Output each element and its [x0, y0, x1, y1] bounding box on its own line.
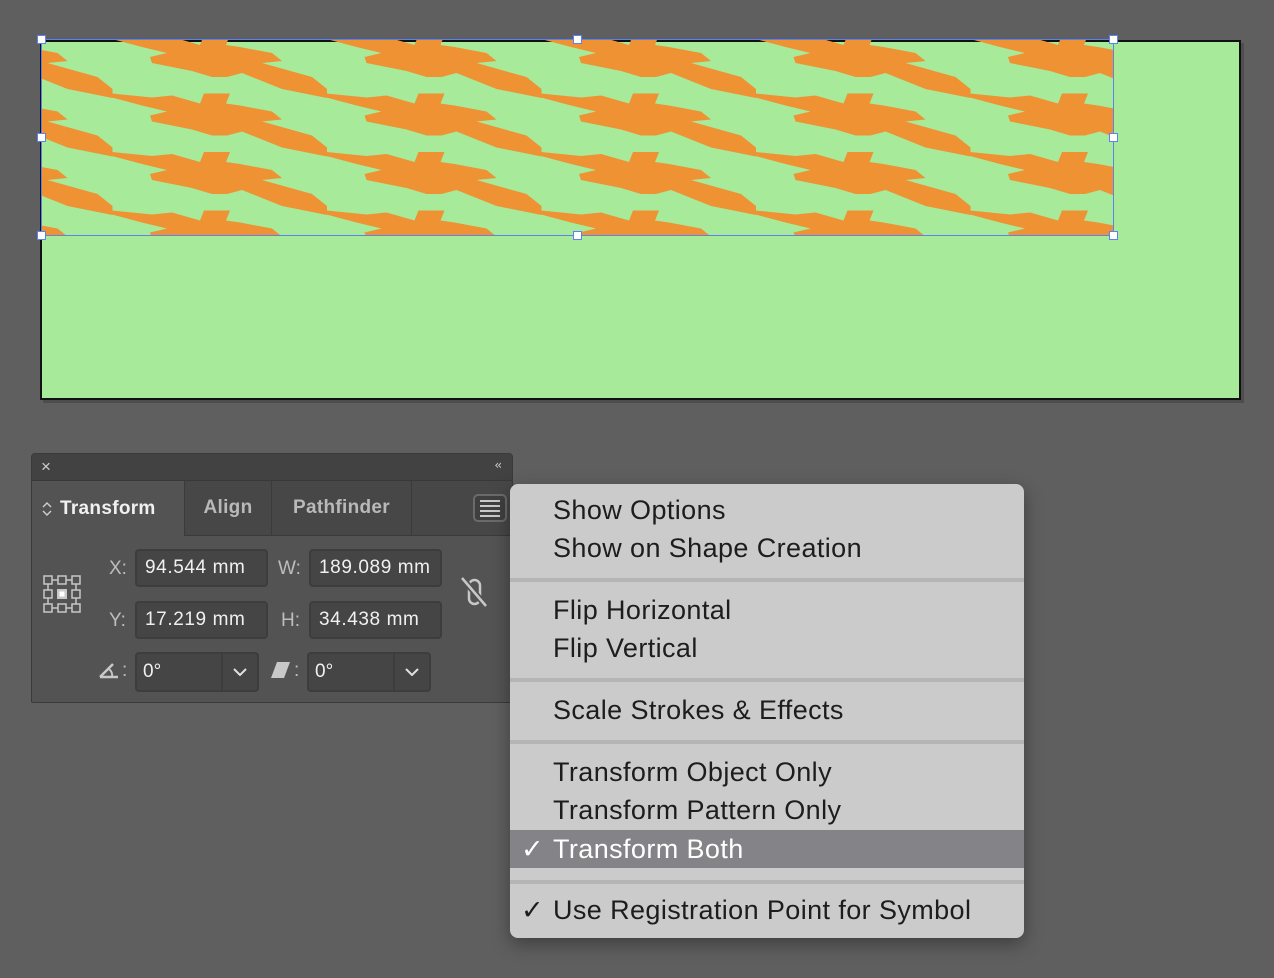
carrot-pattern-tile — [112, 152, 327, 215]
tab-label: Transform — [60, 497, 156, 519]
collapse-panel-icon[interactable]: ‹‹ — [494, 458, 501, 472]
carrot-pattern-tile — [326, 40, 542, 98]
menu-item-label: Flip Vertical — [553, 633, 698, 663]
panel-titlebar[interactable]: × ‹‹ — [32, 454, 512, 481]
selection-handle-bottom-left[interactable] — [37, 231, 46, 240]
rotate-label: : — [122, 660, 128, 681]
menu-separator — [510, 578, 1024, 582]
checkmark-icon: ✓ — [521, 895, 545, 925]
menu-item-transform-pattern-only[interactable]: Transform Pattern Only — [510, 791, 1024, 829]
x-label: X: — [109, 558, 127, 579]
shear-angle-combobox[interactable]: 0° — [307, 652, 431, 692]
tab-label: Pathfinder — [293, 497, 390, 518]
menu-item-transform-object-only[interactable]: Transform Object Only — [510, 753, 1024, 791]
carrot-pattern-tile — [42, 93, 113, 157]
menu-separator — [510, 678, 1024, 682]
carrot-pattern-tile — [541, 93, 756, 157]
selection-handle-middle-right[interactable] — [1109, 133, 1118, 142]
carrot-pattern-tile — [970, 152, 1114, 215]
menu-item-label: Transform Pattern Only — [553, 795, 842, 825]
hamburger-icon-line — [480, 509, 500, 512]
menu-item-transform-both[interactable]: ✓ Transform Both — [510, 830, 1024, 868]
carrot-pattern-tile — [112, 93, 327, 157]
rotate-angle-value[interactable]: 0° — [137, 654, 223, 690]
h-label: H: — [281, 610, 300, 631]
carrot-pattern-tile — [541, 40, 756, 98]
y-position-input[interactable]: 17.219 mm — [135, 601, 268, 639]
selection-handle-bottom-center[interactable] — [573, 231, 582, 240]
constrain-proportions-unlinked-icon[interactable] — [458, 574, 492, 615]
menu-item-label: Scale Strokes & Effects — [553, 695, 844, 725]
hamburger-icon-line — [480, 499, 500, 502]
tab-label: Align — [203, 497, 253, 518]
carrot-pattern-tile — [112, 210, 327, 236]
menu-item-label: Use Registration Point for Symbol — [553, 895, 972, 925]
pattern-filled-rectangle[interactable] — [42, 40, 1114, 236]
selection-handle-top-center[interactable] — [573, 35, 582, 44]
panel-tab-bar: Transform Align Pathfinder — [32, 481, 512, 536]
menu-item-label: Transform Object Only — [553, 757, 832, 787]
carrot-pattern — [42, 40, 1114, 236]
reference-point-grid-icon — [43, 575, 81, 613]
selection-handle-bottom-right[interactable] — [1109, 231, 1118, 240]
width-input[interactable]: 189.089 mm — [309, 549, 442, 587]
checkmark-icon: ✓ — [521, 834, 545, 864]
chevron-down-icon[interactable] — [395, 654, 429, 690]
menu-item-label: Flip Horizontal — [553, 595, 732, 625]
y-label: Y: — [109, 610, 126, 631]
x-position-input[interactable]: 94.544 mm — [135, 549, 268, 587]
tab-pathfinder[interactable]: Pathfinder — [272, 481, 412, 535]
menu-item-label: Show Options — [553, 495, 726, 525]
tab-transform[interactable]: Transform — [32, 481, 185, 536]
carrot-pattern-tile — [326, 152, 542, 215]
menu-item-flip-horizontal[interactable]: Flip Horizontal — [510, 591, 1024, 629]
menu-item-scale-strokes-effects[interactable]: Scale Strokes & Effects — [510, 691, 1024, 729]
w-label: W: — [278, 558, 301, 579]
selection-handle-middle-left[interactable] — [37, 133, 46, 142]
carrot-pattern-tile — [326, 93, 542, 157]
menu-item-use-registration-point-for-symbol[interactable]: ✓ Use Registration Point for Symbol — [510, 891, 1024, 929]
carrot-pattern-tile — [42, 152, 113, 215]
panel-menu-button[interactable] — [473, 494, 507, 522]
menu-item-flip-vertical[interactable]: Flip Vertical — [510, 629, 1024, 667]
tab-align[interactable]: Align — [185, 481, 272, 535]
carrot-pattern-tile — [755, 93, 971, 157]
menu-separator — [510, 880, 1024, 884]
selection-handle-top-left[interactable] — [37, 35, 46, 44]
chevron-down-icon[interactable] — [223, 654, 257, 690]
transform-panel-flyout-menu: Show Options Show on Shape Creation Flip… — [510, 484, 1024, 938]
menu-item-label: Show on Shape Creation — [553, 533, 863, 563]
transform-panel: × ‹‹ Transform Align Pathfinder X: 94.54… — [31, 453, 513, 703]
height-input[interactable]: 34.438 mm — [309, 601, 442, 639]
carrot-pattern-tile — [541, 152, 756, 215]
menu-item-label: Transform Both — [553, 834, 744, 864]
updown-chevron-icon — [42, 501, 52, 517]
hamburger-icon-line — [480, 514, 500, 517]
carrot-pattern-tile — [326, 210, 542, 236]
hamburger-icon-line — [480, 504, 500, 507]
shear-angle-value[interactable]: 0° — [309, 654, 395, 690]
carrot-pattern-tile — [755, 152, 971, 215]
carrot-pattern-tile — [112, 40, 327, 98]
carrot-pattern-tile — [42, 210, 113, 236]
rotate-angle-combobox[interactable]: 0° — [135, 652, 259, 692]
menu-item-show-options[interactable]: Show Options — [510, 491, 1024, 529]
carrot-pattern-tile — [970, 40, 1114, 98]
carrot-pattern-tile — [755, 40, 971, 98]
shear-label: : — [294, 660, 300, 681]
menu-separator — [510, 740, 1024, 744]
selection-handle-top-right[interactable] — [1109, 35, 1118, 44]
carrot-pattern-tile — [970, 93, 1114, 157]
carrot-pattern-tile — [970, 210, 1114, 236]
reference-point-selector[interactable] — [43, 575, 81, 618]
carrot-pattern-tile — [755, 210, 971, 236]
carrot-pattern-tile — [42, 40, 113, 98]
menu-item-show-on-shape-creation[interactable]: Show on Shape Creation — [510, 529, 1024, 567]
close-icon[interactable]: × — [41, 457, 51, 477]
rotate-angle-icon — [98, 661, 122, 684]
shear-icon — [271, 661, 291, 684]
